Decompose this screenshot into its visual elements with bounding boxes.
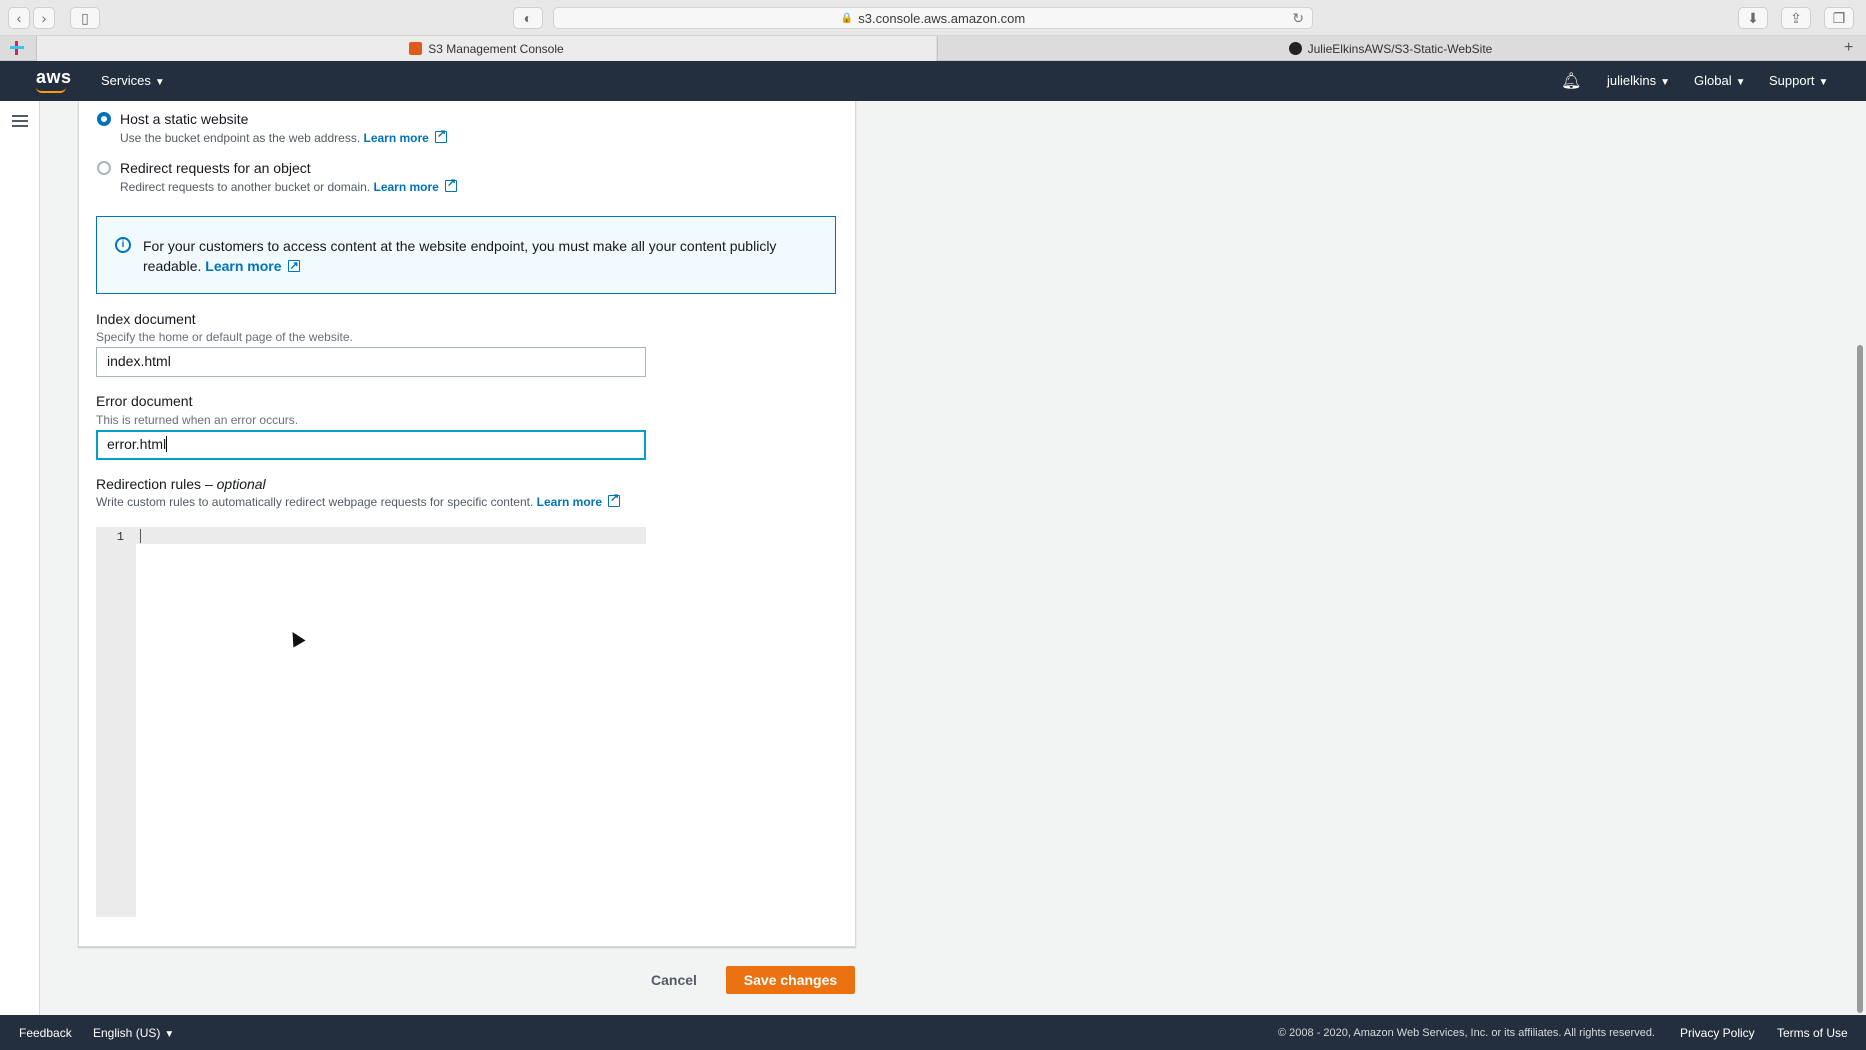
input-value: error.html	[107, 436, 167, 452]
sidebar-toggle-icon[interactable]: ▯	[70, 7, 100, 29]
description-text: Write custom rules to automatically redi…	[96, 495, 534, 509]
save-changes-button[interactable]: Save changes	[726, 966, 855, 994]
caret-down-icon: ▼	[1735, 77, 1746, 88]
tab-label: S3 Management Console	[428, 41, 564, 56]
language-label: English (US)	[93, 1026, 161, 1040]
option-description: Use the bucket endpoint as the web addre…	[120, 127, 447, 145]
learn-more-link[interactable]: Learn more	[364, 131, 429, 145]
caret-down-icon: ▼	[1818, 77, 1829, 88]
services-label: Services	[101, 73, 151, 88]
forward-icon[interactable]: ›	[33, 7, 55, 29]
cancel-button[interactable]: Cancel	[636, 966, 712, 994]
external-link-icon[interactable]	[287, 256, 300, 276]
radio-host-static-website[interactable]	[97, 112, 111, 126]
error-document-description: This is returned when an error occurs.	[96, 413, 299, 427]
option-label: Host a static website	[120, 111, 249, 127]
github-icon	[1288, 42, 1302, 55]
aws-footer: Feedback English (US) ▼ © 2008 - 2020, Am…	[0, 1015, 1866, 1050]
radio-redirect-requests[interactable]	[97, 161, 111, 175]
index-document-label: Index document	[96, 311, 196, 327]
new-tab-icon[interactable]: +	[1844, 39, 1853, 57]
address-bar[interactable]: 🔒 s3.console.aws.amazon.com ↻	[553, 7, 1313, 29]
language-selector[interactable]: English (US) ▼	[93, 1026, 174, 1040]
index-document-description: Specify the home or default page of the …	[96, 330, 353, 344]
scrollbar-thumb[interactable]	[1857, 345, 1863, 1013]
menu-icon[interactable]	[12, 115, 28, 127]
slack-icon[interactable]	[10, 41, 24, 55]
tab-strip: S3 Management Console JulieElkinsAWS/S3-…	[0, 36, 1866, 61]
description-text: Use the bucket endpoint as the web addre…	[120, 131, 361, 145]
external-link-icon[interactable]	[434, 127, 447, 143]
caret-down-icon: ▼	[164, 1029, 175, 1040]
region-menu[interactable]: Global ▼	[1694, 73, 1745, 88]
services-menu[interactable]: Services ▼	[101, 73, 165, 88]
error-document-input[interactable]: error.html	[96, 430, 646, 460]
side-navigation-collapsed	[0, 101, 40, 1015]
tab-s3-console[interactable]: S3 Management Console	[36, 36, 936, 61]
privacy-policy-link[interactable]: Privacy Policy	[1680, 1026, 1755, 1040]
option-label: Redirect requests for an object	[120, 160, 311, 176]
label-text: Redirection rules –	[96, 476, 213, 492]
redirection-rules-editor[interactable]: 1	[96, 527, 646, 917]
learn-more-link[interactable]: Learn more	[205, 258, 281, 274]
learn-more-link[interactable]: Learn more	[373, 180, 438, 194]
input-value: index.html	[107, 353, 171, 369]
aws-smile-icon	[36, 87, 66, 93]
info-icon: i	[115, 237, 131, 253]
info-alert: i For your customers to access content a…	[96, 216, 836, 294]
text-cursor	[166, 436, 168, 452]
downloads-icon[interactable]: ⬇	[1738, 7, 1768, 29]
support-label: Support	[1769, 73, 1815, 88]
info-text: For your customers to access content at …	[143, 236, 813, 276]
external-link-icon[interactable]	[444, 176, 457, 192]
browser-toolbar: ‹ › ▯ ◐ 🔒 s3.console.aws.amazon.com ↻ ⬇ …	[0, 0, 1866, 36]
line-number: 1	[116, 530, 124, 544]
aws-logo[interactable]: aws	[36, 67, 72, 88]
bell-icon[interactable]: 🔔︎	[1561, 71, 1581, 91]
editor-gutter: 1	[96, 527, 136, 917]
aws-top-nav: aws Services ▼ 🔔︎ julielkins ▼ Global ▼ Sup…	[0, 61, 1866, 101]
description-text: Redirect requests to another bucket or d…	[120, 180, 371, 194]
region-label: Global	[1694, 73, 1732, 88]
error-document-label: Error document	[96, 393, 193, 409]
account-label: julielkins	[1607, 73, 1657, 88]
option-description: Redirect requests to another bucket or d…	[120, 176, 457, 194]
reload-icon[interactable]: ↻	[1292, 10, 1304, 27]
learn-more-link[interactable]: Learn more	[537, 495, 602, 509]
tabs-overview-icon[interactable]: ❐	[1824, 7, 1854, 29]
copyright-text: © 2008 - 2020, Amazon Web Services, Inc.…	[1278, 1027, 1655, 1039]
redirection-rules-description: Write custom rules to automatically redi…	[96, 491, 621, 509]
share-icon[interactable]: ⇪	[1781, 7, 1811, 29]
privacy-shield-icon[interactable]: ◐	[513, 7, 543, 29]
editor-active-line[interactable]	[136, 527, 646, 544]
lock-icon: 🔒	[840, 12, 854, 24]
caret-down-icon: ▼	[1660, 77, 1671, 88]
tab-github-repo[interactable]: JulieElkinsAWS/S3-Static-WebSite	[937, 36, 1843, 61]
terms-of-use-link[interactable]: Terms of Use	[1777, 1026, 1848, 1040]
optional-tag: optional	[216, 476, 266, 492]
index-document-input[interactable]: index.html	[96, 347, 646, 377]
redirection-rules-label: Redirection rules – optional	[96, 476, 266, 492]
caret-down-icon: ▼	[154, 77, 165, 88]
back-icon[interactable]: ‹	[8, 7, 30, 29]
tab-label: JulieElkinsAWS/S3-Static-WebSite	[1307, 41, 1493, 56]
editor-caret	[140, 529, 141, 543]
support-menu[interactable]: Support ▼	[1769, 73, 1828, 88]
account-menu[interactable]: julielkins ▼	[1607, 73, 1670, 88]
s3-icon	[409, 42, 423, 55]
url-text: s3.console.aws.amazon.com	[858, 10, 1026, 26]
external-link-icon[interactable]	[608, 491, 621, 507]
feedback-link[interactable]: Feedback	[19, 1026, 72, 1040]
